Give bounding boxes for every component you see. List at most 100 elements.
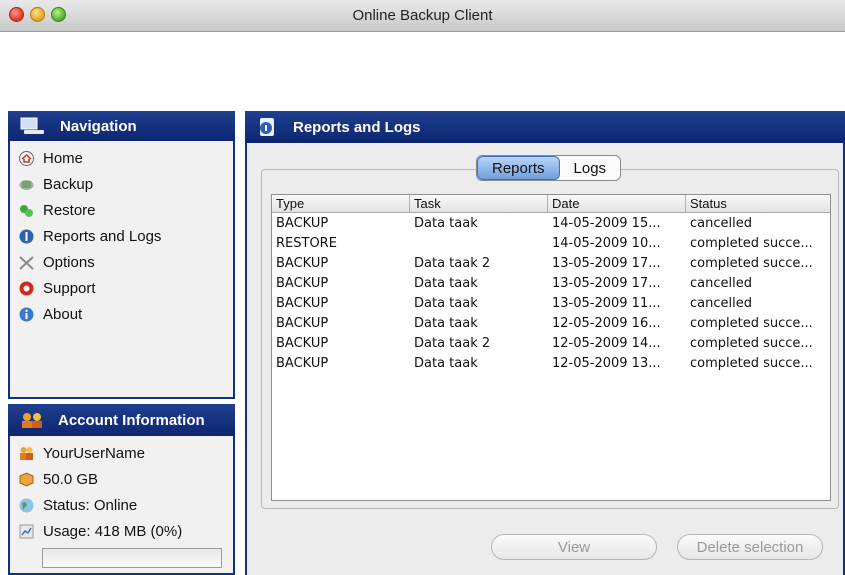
cell-date: 12-05-2009 14... <box>552 335 661 351</box>
globe-icon <box>19 498 34 512</box>
column-header-task[interactable]: Task <box>410 195 548 212</box>
cell-type: BACKUP <box>276 355 329 371</box>
cell-date: 13-05-2009 17... <box>552 275 661 291</box>
reports-icon <box>19 229 34 243</box>
computer-icon <box>20 117 44 134</box>
column-header-type[interactable]: Type <box>272 195 410 212</box>
reports-header-icon <box>260 118 274 136</box>
quota-text: 50.0 GB <box>43 470 99 488</box>
cell-type: BACKUP <box>276 315 329 331</box>
cell-task <box>410 233 548 253</box>
table-row[interactable]: BACKUP Data taak 14-05-2009 15... cancel… <box>272 213 830 233</box>
table-row[interactable]: BACKUP Data taak 13-05-2009 17... cancel… <box>272 273 830 293</box>
table-row[interactable]: BACKUP Data taak 12-05-2009 16... comple… <box>272 313 830 333</box>
nav-item-label: Reports and Logs <box>43 227 162 245</box>
account-username: YourUserName <box>18 440 233 466</box>
cell-status: completed succe... <box>690 335 813 351</box>
cell-task: Data taak 2 <box>414 335 491 351</box>
nav-item-label: Support <box>43 279 96 297</box>
navigation-list: Home Backup Restore Reports and Logs Opt… <box>10 141 233 327</box>
nav-item-reports-and-logs[interactable]: Reports and Logs <box>18 223 233 249</box>
cell-date: 12-05-2009 16... <box>552 315 661 331</box>
nav-item-label: Options <box>43 253 95 271</box>
status-text: Status: Online <box>43 496 138 514</box>
reports-and-logs-header: Reports and Logs <box>245 111 845 143</box>
cell-type: BACKUP <box>276 215 329 231</box>
table-body: BACKUP Data taak 14-05-2009 15... cancel… <box>272 213 830 373</box>
navigation-header: Navigation <box>8 111 235 141</box>
cell-task: Data taak 2 <box>414 255 491 271</box>
cell-task: Data taak <box>414 315 478 331</box>
cell-type: BACKUP <box>276 295 329 311</box>
restore-icon <box>20 204 33 217</box>
table-row[interactable]: RESTORE 14-05-2009 10... completed succe… <box>272 233 830 253</box>
chart-icon <box>19 524 34 538</box>
users-icon <box>22 413 42 428</box>
backup-icon <box>19 179 34 190</box>
cell-date: 12-05-2009 13... <box>552 355 661 371</box>
cell-status: completed succe... <box>690 315 813 331</box>
cell-status: cancelled <box>690 275 752 291</box>
window-title: Online Backup Client <box>352 7 493 24</box>
cell-status: cancelled <box>690 295 752 311</box>
usage-progress-bar <box>42 548 222 568</box>
storage-icon <box>19 471 34 487</box>
reports-and-logs-title: Reports and Logs <box>293 118 421 136</box>
cell-date: 13-05-2009 11... <box>552 295 661 311</box>
cell-type: RESTORE <box>276 235 337 251</box>
cell-date: 14-05-2009 10... <box>552 235 661 251</box>
reports-logs-segmented-control: Reports Logs <box>476 155 622 181</box>
nav-item-home[interactable]: Home <box>18 145 233 171</box>
reports-and-logs-panel: Reports and Logs Reports Logs Type Task … <box>245 111 845 575</box>
about-icon <box>19 307 34 321</box>
view-button[interactable]: View <box>491 534 657 560</box>
delete-selection-button[interactable]: Delete selection <box>677 534 823 560</box>
cell-type: BACKUP <box>276 335 329 351</box>
cell-type: BACKUP <box>276 275 329 291</box>
navigation-title: Navigation <box>60 117 137 135</box>
table-row[interactable]: BACKUP Data taak 2 12-05-2009 14... comp… <box>272 333 830 353</box>
nav-item-support[interactable]: Support <box>18 275 233 301</box>
account-info-list: YourUserName 50.0 GB Status: Online Usag… <box>10 436 233 544</box>
nav-item-backup[interactable]: Backup <box>18 171 233 197</box>
cell-task: Data taak <box>414 275 478 291</box>
cell-date: 13-05-2009 17... <box>552 255 661 271</box>
table-row[interactable]: BACKUP Data taak 13-05-2009 11... cancel… <box>272 293 830 313</box>
support-icon <box>19 281 34 295</box>
cell-date: 14-05-2009 15... <box>552 215 661 231</box>
account-usage: Usage: 418 MB (0%) <box>18 518 233 544</box>
cell-status: completed succe... <box>690 235 813 251</box>
column-header-status[interactable]: Status <box>686 195 830 212</box>
table-row[interactable]: BACKUP Data taak 2 13-05-2009 17... comp… <box>272 253 830 273</box>
account-information-panel: Account Information YourUserName 50.0 GB… <box>8 404 235 575</box>
tab-logs[interactable]: Logs <box>560 156 621 180</box>
home-icon <box>19 150 34 166</box>
cell-status: cancelled <box>690 215 752 231</box>
cell-task: Data taak <box>414 355 478 371</box>
table-row[interactable]: BACKUP Data taak 12-05-2009 13... comple… <box>272 353 830 373</box>
cell-status: completed succe... <box>690 255 813 271</box>
account-information-header: Account Information <box>8 404 235 436</box>
user-icon <box>20 446 33 460</box>
nav-item-restore[interactable]: Restore <box>18 197 233 223</box>
column-header-date[interactable]: Date <box>548 195 686 212</box>
nav-item-label: Backup <box>43 175 94 193</box>
table-header: Type Task Date Status <box>272 195 830 213</box>
title-bar: Online Backup Client <box>0 0 845 32</box>
usage-text: Usage: 418 MB (0%) <box>43 522 183 540</box>
cell-status: completed succe... <box>690 355 813 371</box>
nav-item-label: About <box>43 305 83 323</box>
nav-item-label: Home <box>43 149 84 167</box>
cell-task: Data taak <box>414 295 478 311</box>
nav-item-options[interactable]: Options <box>18 249 233 275</box>
cell-type: BACKUP <box>276 255 329 271</box>
username-text: YourUserName <box>43 444 145 462</box>
nav-item-label: Restore <box>43 201 96 219</box>
nav-item-about[interactable]: About <box>18 301 233 327</box>
account-status: Status: Online <box>18 492 233 518</box>
reports-table[interactable]: Type Task Date Status BACKUP Data taak 1… <box>271 194 831 501</box>
navigation-panel: Navigation Home Backup Restore Reports a… <box>8 111 235 399</box>
cell-task: Data taak <box>414 215 478 231</box>
tab-reports[interactable]: Reports <box>477 156 560 180</box>
account-quota: 50.0 GB <box>18 466 233 492</box>
